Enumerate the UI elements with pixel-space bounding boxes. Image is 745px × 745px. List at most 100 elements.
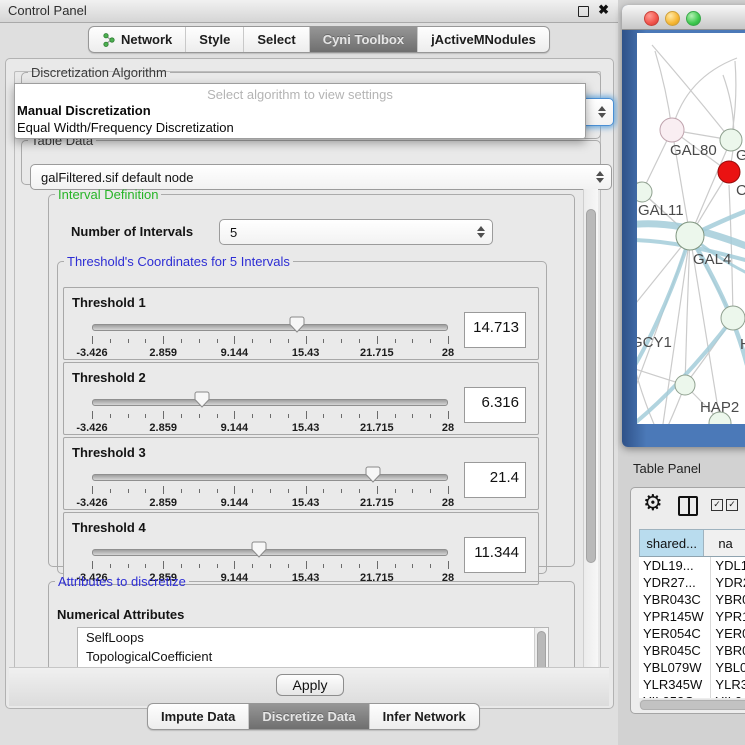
network-edge[interactable] <box>723 75 734 172</box>
threshold-value-field[interactable]: 11.344 <box>464 537 526 573</box>
tick-mark <box>306 336 307 344</box>
tab-impute-data[interactable]: Impute Data <box>148 704 249 729</box>
slider-track[interactable] <box>92 549 448 556</box>
table-row[interactable]: YBR045CYBR0 <box>639 642 745 659</box>
minimize-traffic-light[interactable] <box>665 11 680 26</box>
cell-shared-name[interactable]: YIL052C <box>639 693 711 698</box>
columns-icon[interactable] <box>678 496 698 516</box>
tick-mark <box>341 414 342 418</box>
number-of-intervals-combobox[interactable]: 5 <box>219 219 493 245</box>
slider-track[interactable] <box>92 399 448 406</box>
cell-name[interactable]: YER0 <box>711 625 745 642</box>
network-edge[interactable] <box>672 58 737 130</box>
table-row[interactable]: YIL052CYIL0 <box>639 693 745 698</box>
table-row[interactable]: YDR27...YDR2 <box>639 574 745 591</box>
network-edge-thick[interactable] <box>637 236 690 381</box>
cell-shared-name[interactable]: YER054C <box>639 625 711 642</box>
zoom-traffic-light[interactable] <box>686 11 701 26</box>
cell-shared-name[interactable]: YDL19... <box>639 557 711 574</box>
table-hscrollbar-thumb[interactable] <box>640 700 745 710</box>
slider-thumb[interactable] <box>194 391 210 408</box>
slider-track[interactable] <box>92 474 448 481</box>
table-row[interactable]: YBL079WYBL0 <box>639 659 745 676</box>
slider-thumb[interactable] <box>251 541 267 558</box>
cell-name[interactable]: YLR3 <box>711 676 745 693</box>
attribute-list-item[interactable]: SelfLoops <box>78 628 548 647</box>
tick-mark <box>110 489 111 493</box>
tick-mark <box>448 486 449 494</box>
close-traffic-light[interactable] <box>644 11 659 26</box>
tick-mark <box>217 489 218 493</box>
cell-shared-name[interactable]: YBR045C <box>639 642 711 659</box>
gear-icon[interactable]: ⚙ <box>643 490 663 516</box>
tab-cyni-toolbox[interactable]: Cyni Toolbox <box>310 27 418 52</box>
tick-mark <box>306 486 307 494</box>
tab-infer-network[interactable]: Infer Network <box>370 704 479 729</box>
tab-discretize-data[interactable]: Discretize Data <box>249 704 369 729</box>
network-node[interactable] <box>637 182 652 202</box>
tab-style[interactable]: Style <box>186 27 244 52</box>
tick-mark <box>288 564 289 568</box>
threshold-value-field[interactable]: 14.713 <box>464 312 526 348</box>
threshold-slider[interactable]: -3.4262.8599.14415.4321.71528 <box>92 389 448 434</box>
network-node[interactable] <box>721 306 745 330</box>
cell-name[interactable]: YBR0 <box>711 591 745 608</box>
cell-shared-name[interactable]: YBL079W <box>639 659 711 676</box>
slider-thumb[interactable] <box>365 466 381 483</box>
tick-label: 15.43 <box>292 422 320 434</box>
tick-mark <box>359 489 360 493</box>
column-header-name[interactable]: na <box>704 530 745 556</box>
threshold-value-field[interactable]: 6.316 <box>464 387 526 423</box>
slider-thumb[interactable] <box>289 316 305 333</box>
table-row[interactable]: YLR345WYLR3 <box>639 676 745 693</box>
network-edge[interactable] <box>685 236 690 385</box>
column-header-shared-name[interactable]: shared... <box>640 530 704 556</box>
threshold-box: Threshold 3-3.4262.8599.14415.4321.71528… <box>63 437 539 510</box>
algorithm-option-manual[interactable]: Manual Discretization <box>17 103 151 118</box>
panel-scrollbar[interactable] <box>583 189 598 667</box>
tab-network[interactable]: Network <box>89 27 186 52</box>
network-canvas[interactable]: GAL80GACGAL11GAL4GCY1HHAP2 <box>637 33 745 424</box>
panel-scrollbar-thumb[interactable] <box>586 209 596 563</box>
float-window-icon[interactable] <box>578 6 589 17</box>
tab-jactivemnodules[interactable]: jActiveMNodules <box>418 27 549 52</box>
algorithm-option-equal-width[interactable]: Equal Width/Frequency Discretization <box>17 120 234 135</box>
table-row[interactable]: YDL19...YDL1 <box>639 557 745 574</box>
table-row[interactable]: YPR145WYPR1 <box>639 608 745 625</box>
attribute-list-item[interactable]: TopologicalCoefficient <box>78 647 548 666</box>
cell-name[interactable]: YDL1 <box>711 557 745 574</box>
network-node[interactable] <box>676 222 704 250</box>
tick-mark <box>199 564 200 568</box>
apply-button[interactable]: Apply <box>276 674 344 696</box>
cell-name[interactable]: YBR0 <box>711 642 745 659</box>
checkbox-icon[interactable]: ✓ <box>711 499 723 511</box>
cell-name[interactable]: YBL0 <box>711 659 745 676</box>
tick-mark <box>199 489 200 493</box>
network-node[interactable] <box>718 161 740 183</box>
network-node[interactable] <box>660 118 684 142</box>
table-hscrollbar[interactable] <box>639 699 745 709</box>
close-icon[interactable]: ✖ <box>598 2 609 18</box>
tick-mark <box>145 339 146 343</box>
threshold-value-field[interactable]: 21.4 <box>464 462 526 498</box>
cell-name[interactable]: YPR1 <box>711 608 745 625</box>
cell-shared-name[interactable]: YDR27... <box>639 574 711 591</box>
tick-mark <box>181 414 182 418</box>
cell-name[interactable]: YDR2 <box>711 574 745 591</box>
cell-shared-name[interactable]: YBR043C <box>639 591 711 608</box>
network-edge[interactable] <box>731 61 736 140</box>
tick-mark <box>270 339 271 343</box>
table-row[interactable]: YBR043CYBR0 <box>639 591 745 608</box>
cell-name[interactable]: YIL0 <box>711 693 745 698</box>
table-row[interactable]: YER054CYER0 <box>639 625 745 642</box>
tab-select[interactable]: Select <box>244 27 309 52</box>
tick-mark <box>128 489 129 493</box>
slider-track[interactable] <box>92 324 448 331</box>
checkbox-icon[interactable]: ✓ <box>726 499 738 511</box>
cell-shared-name[interactable]: YLR345W <box>639 676 711 693</box>
table-toolbar: ⚙ ✓ ✓ <box>631 488 745 524</box>
cell-shared-name[interactable]: YPR145W <box>639 608 711 625</box>
network-node[interactable] <box>675 375 695 395</box>
threshold-slider[interactable]: -3.4262.8599.14415.4321.71528 <box>92 464 448 509</box>
threshold-slider[interactable]: -3.4262.8599.14415.4321.71528 <box>92 314 448 359</box>
